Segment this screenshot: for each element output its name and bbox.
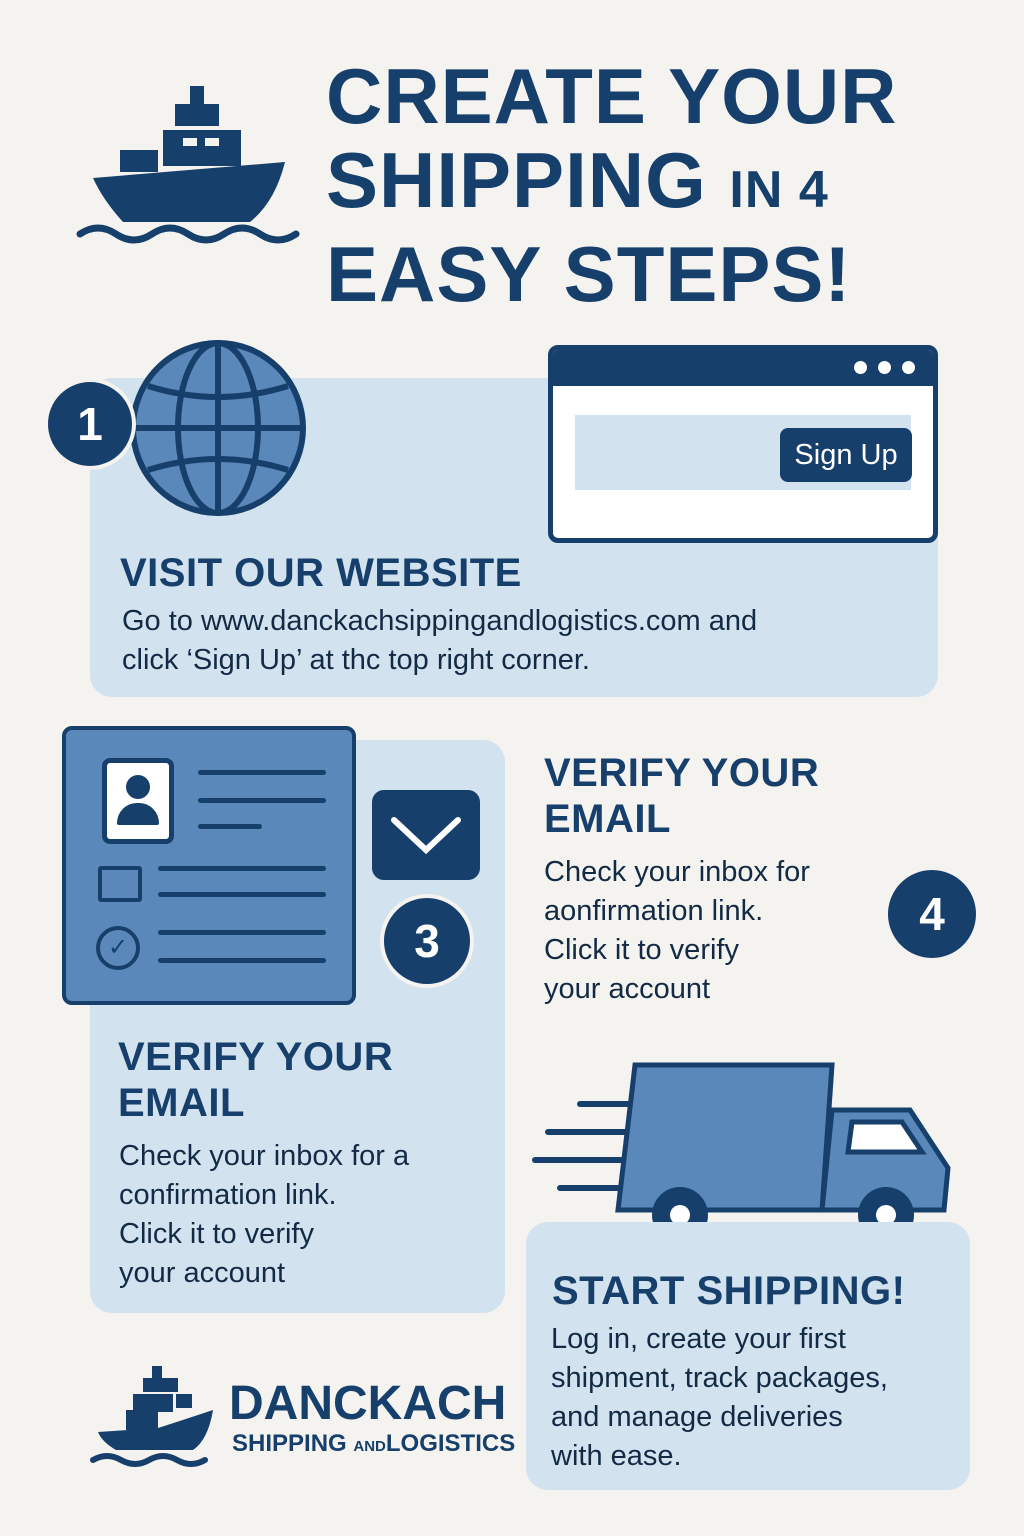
logo-sub-word: SHIPPING (232, 1430, 347, 1457)
logo-name: DANCKACH (229, 1377, 507, 1430)
heading-line: VERIFY YOUR (544, 751, 820, 795)
step3-badge: 3 (380, 894, 474, 988)
form-card-icon: ✓ (62, 726, 356, 1005)
title-line-3: EASY STEPS! (326, 230, 852, 318)
window-dot-icon (902, 361, 915, 374)
step1-body-line: click ‘Sign Up’ at thc top right corner. (122, 644, 590, 676)
body-line: and manage deliveries (551, 1401, 843, 1433)
body-line: aonfirmation link. (544, 895, 764, 927)
page-title: CREATE YOUR SHIPPING IN 4 EASY STEPS! (326, 54, 898, 316)
logo-ship-icon (90, 1366, 213, 1467)
step1-body: Go to www.danckachsippingandlogistics.co… (122, 602, 757, 680)
delivery-truck-icon (532, 1062, 951, 1243)
globe-icon (130, 340, 306, 516)
step3-heading: VERIFY YOUR EMAIL (118, 1034, 393, 1126)
sign-up-button[interactable]: Sign Up (780, 428, 912, 482)
body-line: Click it to verify (544, 934, 739, 966)
envelope-icon (372, 790, 480, 880)
step4-body: Log in, create your first shipment, trac… (551, 1320, 888, 1476)
title-line-1: CREATE YOUR (326, 52, 898, 140)
logo-sub-word: LOGISTICS (385, 1430, 516, 1457)
step4-badge: 4 (884, 866, 980, 962)
body-line: with ease. (551, 1440, 682, 1472)
body-line: your account (544, 973, 711, 1005)
title-word: SHIPPING (326, 136, 707, 224)
step2-heading: VERIFY YOUR EMAIL (544, 750, 819, 842)
body-line: your account (119, 1257, 286, 1289)
body-line: Check your inbox for a (119, 1140, 410, 1172)
heading-line: VERIFY YOUR (118, 1035, 394, 1079)
profile-icon (102, 758, 174, 844)
step1-body-line: Go to www.danckachsippingandlogistics.co… (122, 605, 758, 637)
step1-badge: 1 (44, 378, 136, 470)
title-small: IN 4 (729, 161, 829, 219)
ship-icon (76, 86, 300, 244)
mail-icon (98, 866, 142, 902)
heading-line: EMAIL (118, 1081, 245, 1125)
step3-body: Check your inbox for a confirmation link… (119, 1137, 409, 1293)
step2-body: Check your inbox for aonfirmation link. … (544, 853, 810, 1009)
step1-heading: VISIT OUR WEBSITE (120, 551, 522, 595)
browser-titlebar (553, 350, 933, 386)
logo-sub-word: AND (353, 1438, 386, 1455)
body-line: Click it to verify (119, 1218, 314, 1250)
step4-heading: START SHIPPING! (552, 1269, 906, 1313)
check-icon: ✓ (96, 926, 140, 970)
body-line: confirmation link. (119, 1179, 337, 1211)
title-line-2: SHIPPING IN 4 (326, 138, 898, 232)
window-dot-icon (878, 361, 891, 374)
window-dot-icon (854, 361, 867, 374)
heading-line: EMAIL (544, 797, 671, 841)
body-line: Check your inbox for (544, 856, 810, 888)
browser-window: Sign Up (548, 345, 938, 543)
logo-subtitle: SHIPPING ANDLOGISTICS (232, 1430, 515, 1461)
body-line: shipment, track packages, (551, 1362, 888, 1394)
body-line: Log in, create your first (551, 1323, 846, 1355)
